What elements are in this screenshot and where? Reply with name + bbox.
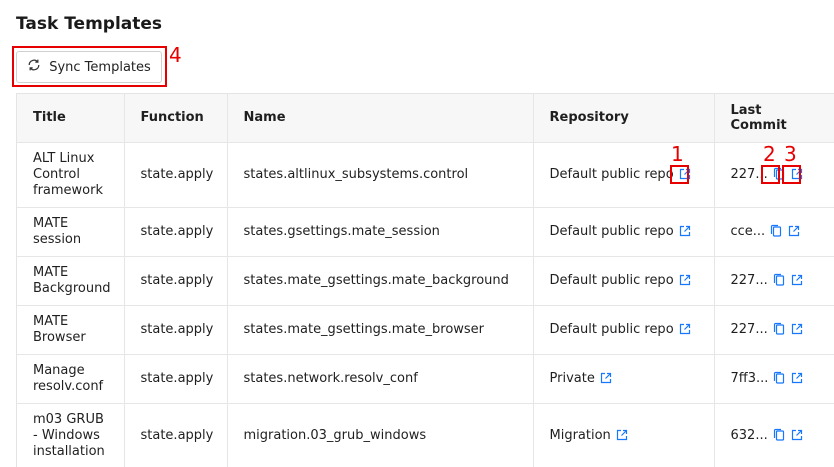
copy-icon[interactable] [772, 322, 786, 336]
row-title: Manage resolv.conf [17, 354, 125, 404]
row-repository: Private [549, 370, 595, 386]
row-function: state.apply [124, 207, 228, 257]
row-commit: 227... [730, 321, 768, 337]
row-repository: Default public repo [549, 223, 674, 239]
row-repository-cell: Private [533, 354, 715, 404]
row-commit-cell: 227... [714, 256, 834, 306]
row-function: state.apply [124, 403, 228, 467]
copy-icon[interactable] [769, 224, 783, 238]
table-row: MATE Background state.apply states.mate_… [17, 256, 834, 306]
row-commit-cell: 227... [714, 305, 834, 355]
external-link-icon[interactable] [787, 224, 801, 238]
row-repository: Default public repo [549, 321, 674, 337]
column-header-title[interactable]: Title [17, 94, 125, 143]
row-name: states.mate_gsettings.mate_browser [227, 305, 534, 355]
copy-icon[interactable] [772, 428, 786, 442]
external-link-icon[interactable] [790, 371, 804, 385]
row-title: MATE session [17, 207, 125, 257]
external-link-icon[interactable] [678, 273, 692, 287]
row-repository: Migration [549, 427, 611, 443]
row-commit: 7ff3... [730, 370, 769, 386]
copy-icon[interactable] [772, 273, 786, 287]
table-header-row: Title Function Name Repository Last Comm… [17, 94, 834, 143]
row-commit: cce... [730, 223, 766, 239]
row-function: state.apply [124, 142, 228, 208]
table-row: MATE Browser state.apply states.mate_gse… [17, 305, 834, 355]
row-commit-cell: 632... [714, 403, 834, 467]
row-function: state.apply [124, 256, 228, 306]
external-link-icon[interactable] [599, 371, 613, 385]
external-link-icon[interactable] [790, 167, 804, 181]
annotation-label-3: 3 [784, 142, 797, 166]
annotation-label-4: 4 [169, 43, 182, 67]
row-name: states.gsettings.mate_session [227, 207, 534, 257]
table-row: MATE session state.apply states.gsetting… [17, 207, 834, 257]
external-link-icon[interactable] [678, 322, 692, 336]
column-header-last-commit[interactable]: Last Commit [714, 94, 834, 143]
external-link-icon[interactable] [790, 322, 804, 336]
external-link-icon[interactable] [790, 428, 804, 442]
row-repository-cell: Default public repo [533, 207, 715, 257]
row-repository-cell: Default public repo [533, 142, 715, 208]
row-repository-cell: Migration [533, 403, 715, 467]
table-row: ALT Linux Control framework state.apply … [17, 142, 834, 208]
copy-icon[interactable] [772, 167, 786, 181]
row-function: state.apply [124, 305, 228, 355]
row-name: migration.03_grub_windows [227, 403, 534, 467]
table-row: Manage resolv.conf state.apply states.ne… [17, 354, 834, 404]
row-repository-cell: Default public repo [533, 305, 715, 355]
annotation-label-2: 2 [763, 142, 776, 166]
row-commit: 227... [730, 272, 768, 288]
copy-icon[interactable] [772, 371, 786, 385]
sync-templates-button[interactable]: Sync Templates [16, 51, 162, 83]
row-title: MATE Background [17, 256, 125, 306]
row-function: state.apply [124, 354, 228, 404]
table-row: m03 GRUB - Windows installation state.ap… [17, 403, 834, 467]
row-repository-cell: Default public repo [533, 256, 715, 306]
sync-templates-label: Sync Templates [49, 59, 151, 75]
external-link-icon[interactable] [790, 273, 804, 287]
column-header-repository[interactable]: Repository [533, 94, 715, 143]
row-name: states.mate_gsettings.mate_background [227, 256, 534, 306]
column-header-function[interactable]: Function [124, 94, 228, 143]
sync-icon [27, 58, 41, 76]
row-repository: Default public repo [549, 166, 674, 182]
external-link-icon[interactable] [678, 167, 692, 181]
row-title: ALT Linux Control framework [17, 142, 125, 208]
page-title: Task Templates [16, 14, 163, 34]
task-templates-table: Title Function Name Repository Last Comm… [16, 93, 834, 467]
row-name: states.altlinux_subsystems.control [227, 142, 534, 208]
row-commit-cell: 7ff3... [714, 354, 834, 404]
row-commit: 632... [730, 427, 768, 443]
column-header-name[interactable]: Name [227, 94, 534, 143]
annotation-label-1: 1 [671, 142, 684, 166]
external-link-icon[interactable] [615, 428, 629, 442]
row-title: m03 GRUB - Windows installation [17, 403, 125, 467]
row-title: MATE Browser [17, 305, 125, 355]
external-link-icon[interactable] [678, 224, 692, 238]
row-repository: Default public repo [549, 272, 674, 288]
row-name: states.network.resolv_conf [227, 354, 534, 404]
row-commit-cell: cce... [714, 207, 834, 257]
row-commit: 227... [730, 166, 768, 182]
